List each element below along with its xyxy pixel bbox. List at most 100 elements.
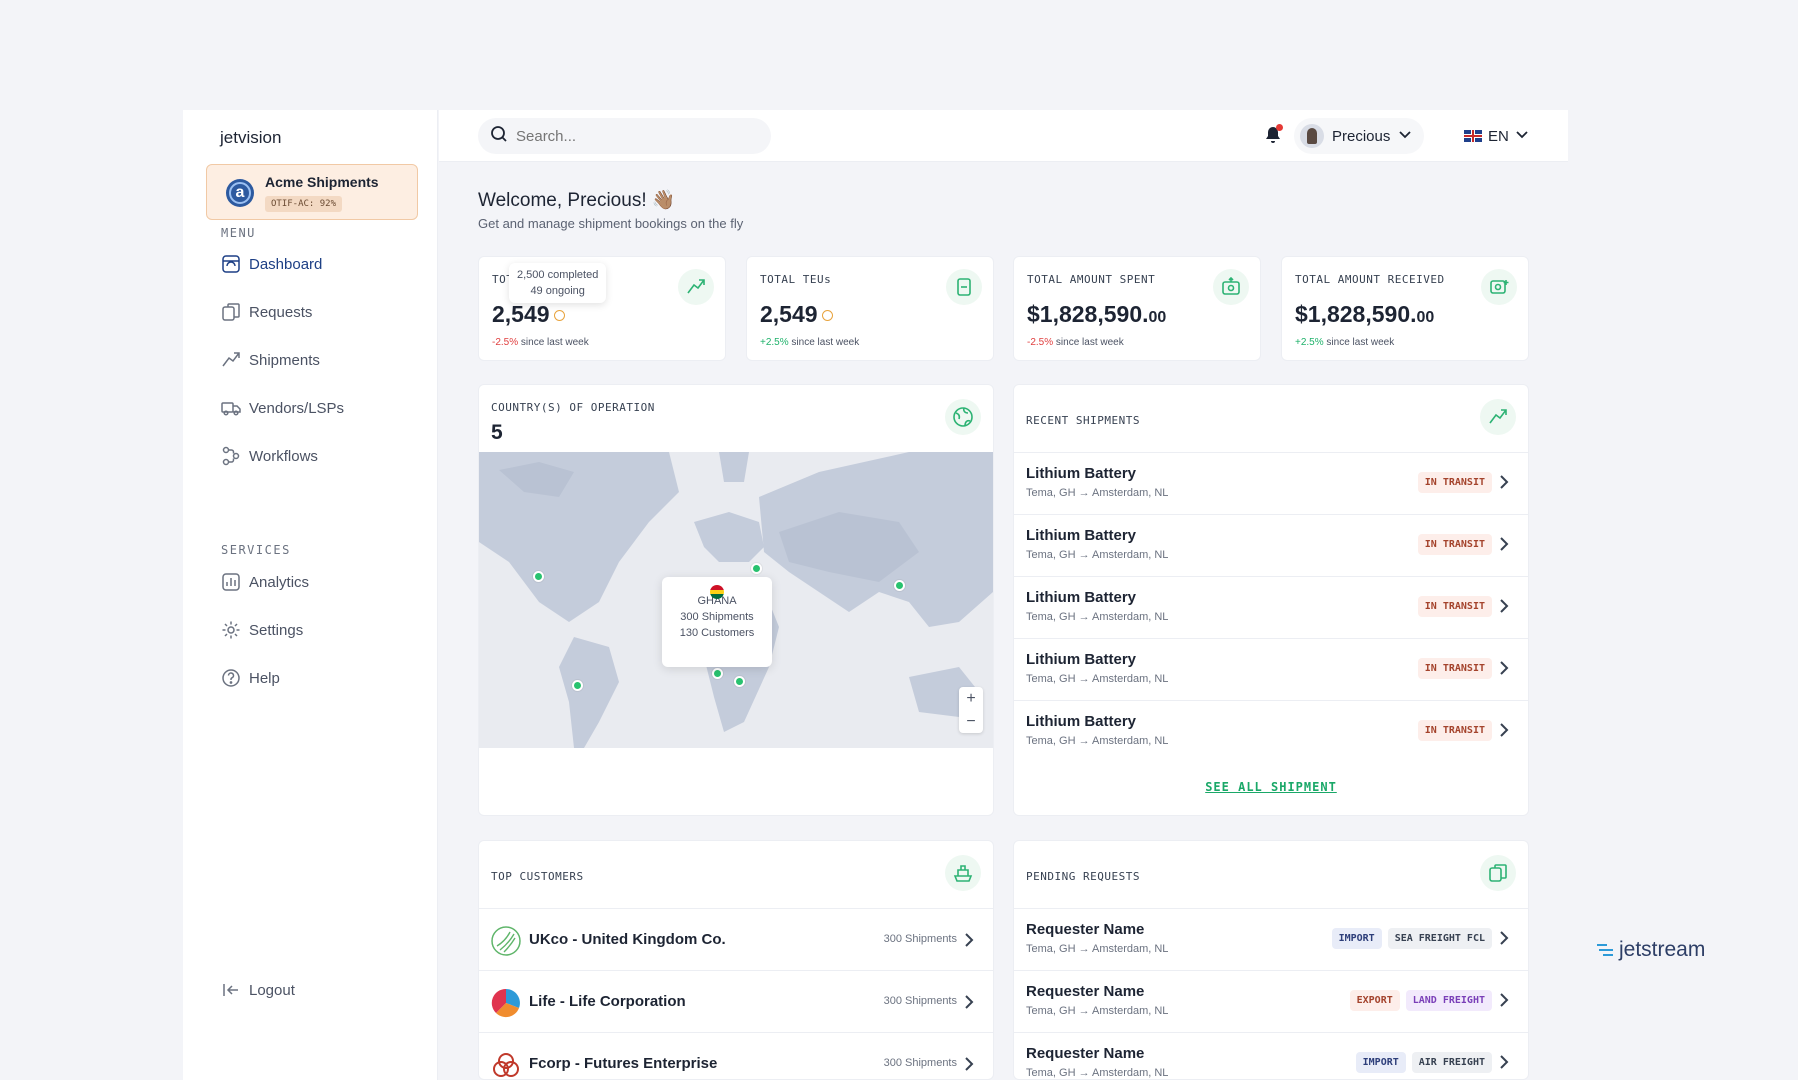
notification-bell-icon[interactable] [1262, 124, 1284, 146]
page-subtitle: Get and manage shipment bookings on the … [478, 216, 744, 231]
shipment-row[interactable]: Lithium Battery Tema, GH → Amsterdam, NL… [1014, 452, 1528, 514]
request-row[interactable]: Requester Name Tema, GH → Amsterdam, NL … [1014, 1032, 1528, 1079]
brand-logo[interactable]: jetvision [220, 128, 281, 148]
logout-button[interactable]: Logout [221, 980, 295, 1000]
freight-badge: AIR FREIGHT [1411, 1052, 1492, 1073]
shipment-row[interactable]: Lithium Battery Tema, GH → Amsterdam, NL… [1014, 638, 1528, 700]
language-code: EN [1488, 127, 1509, 145]
status-badge: IN TRANSIT [1417, 720, 1492, 741]
stat-card-total-shipments[interactable]: TOT 2,500 completed 49 ongoing 2,549 -2.… [478, 256, 726, 361]
requester-name: Requester Name [1026, 921, 1145, 938]
map-zoom-control: + − [959, 687, 983, 733]
search-input[interactable] [516, 127, 746, 145]
stat-value: $1,828,590.00 [1027, 301, 1167, 327]
wallet-in-icon [1481, 269, 1517, 305]
sidebar-item-requests[interactable]: Requests [221, 298, 312, 326]
fcorp-logo [493, 1053, 519, 1077]
request-route: Tema, GH → Amsterdam, NL [1026, 943, 1169, 955]
stat-card-amount-received[interactable]: TOTAL AMOUNT RECEIVED $1,828,590.00 +2.5… [1281, 256, 1529, 361]
stat-label: TOTAL TEUs [760, 273, 832, 286]
panel-title: RECENT SHIPMENTS [1026, 414, 1140, 427]
stat-card-total-teus[interactable]: TOTAL TEUs 2,549 +2.5% since last week [746, 256, 994, 361]
request-route: Tema, GH → Amsterdam, NL [1026, 1067, 1169, 1079]
sidebar-item-dashboard[interactable]: Dashboard [221, 250, 322, 278]
stat-label: TOTAL AMOUNT SPENT [1027, 273, 1156, 286]
panel-title: PENDING REQUESTS [1026, 870, 1140, 883]
shipment-route: Tema, GH → Amsterdam, NL [1026, 673, 1169, 685]
map-marker[interactable] [572, 680, 583, 691]
customer-row[interactable]: UKco - United Kingdom Co. 300 Shipments [479, 908, 993, 970]
shipment-name: Lithium Battery [1026, 713, 1137, 730]
sidebar-item-vendors[interactable]: Vendors/LSPs [221, 394, 344, 422]
topbar: Precious EN [439, 110, 1568, 162]
recent-shipments-panel: RECENT SHIPMENTS Lithium Battery Tema, G… [1013, 384, 1529, 816]
panel-title: TOP CUSTOMERS [491, 870, 584, 883]
sidebar-item-shipments[interactable]: Shipments [221, 346, 320, 374]
user-menu[interactable]: Precious [1294, 118, 1425, 154]
customer-name: UKco - United Kingdom Co. [529, 931, 726, 948]
countries-panel: COUNTRY(S) OF OPERATION 5 GHANA 300 Ship… [478, 384, 994, 816]
shipment-row[interactable]: Lithium Battery Tema, GH → Amsterdam, NL… [1014, 700, 1528, 762]
stat-change: +2.5% since last week [1295, 337, 1395, 348]
language-selector[interactable]: EN [1454, 118, 1539, 154]
chevron-right-icon[interactable] [1494, 658, 1514, 678]
trend-icon [678, 269, 714, 305]
map-marker[interactable] [533, 571, 544, 582]
shipment-name: Lithium Battery [1026, 465, 1137, 482]
chevron-right-icon[interactable] [1494, 472, 1514, 492]
info-icon[interactable] [821, 310, 833, 322]
sidebar-item-label: Vendors/LSPs [249, 399, 345, 417]
org-switcher[interactable]: a Acme Shipments OTIF-AC: 92% [206, 164, 418, 220]
requester-name: Requester Name [1026, 1045, 1145, 1062]
map-marker[interactable] [894, 580, 905, 591]
ghana-flag-icon [710, 585, 724, 599]
search-bar[interactable] [478, 118, 771, 154]
request-row[interactable]: Requester Name Tema, GH → Amsterdam, NL … [1014, 970, 1528, 1032]
request-row[interactable]: Requester Name Tema, GH → Amsterdam, NL … [1014, 908, 1528, 970]
chevron-right-icon[interactable] [1494, 928, 1514, 948]
shipment-row[interactable]: Lithium Battery Tema, GH → Amsterdam, NL… [1014, 576, 1528, 638]
map-marker[interactable] [751, 563, 762, 574]
customer-shipment-count: 300 Shipments [883, 1057, 957, 1069]
sidebar-item-workflows[interactable]: Workflows [221, 442, 318, 470]
sidebar-item-label: Help [249, 669, 280, 687]
chevron-right-icon[interactable] [959, 1054, 979, 1074]
stat-value: $1,828,590.00 [1295, 301, 1435, 327]
sidebar-item-label: Dashboard [249, 255, 323, 273]
zoom-out-button[interactable]: − [959, 710, 983, 733]
stat-value: 2,549 [760, 301, 833, 328]
gear-icon [221, 620, 241, 640]
customer-row[interactable]: Fcorp - Futures Enterprise 300 Shipments [479, 1032, 993, 1079]
shipment-route: Tema, GH → Amsterdam, NL [1026, 487, 1169, 499]
org-name: Acme Shipments [265, 174, 379, 190]
map-marker[interactable] [734, 676, 745, 687]
chevron-right-icon[interactable] [1494, 990, 1514, 1010]
status-badge: IN TRANSIT [1417, 472, 1492, 493]
shipment-route: Tema, GH → Amsterdam, NL [1026, 549, 1169, 561]
see-all-shipments-link[interactable]: SEE ALL SHIPMENT [1014, 780, 1528, 794]
chevron-right-icon[interactable] [959, 930, 979, 950]
wallet-out-icon [1213, 269, 1249, 305]
chevron-right-icon[interactable] [1494, 534, 1514, 554]
customer-row[interactable]: Life - Life Corporation 300 Shipments [479, 970, 993, 1032]
world-map[interactable]: GHANA 300 Shipments 130 Customers + − [479, 452, 993, 748]
chevron-right-icon[interactable] [1494, 1052, 1514, 1072]
chevron-down-icon [1398, 127, 1412, 145]
shipment-route: Tema, GH → Amsterdam, NL [1026, 735, 1169, 747]
sidebar-item-help[interactable]: Help [221, 664, 280, 692]
map-marker-ghana[interactable] [712, 668, 723, 679]
trend-icon [1480, 399, 1516, 435]
workflow-icon [221, 446, 241, 466]
sidebar-item-analytics[interactable]: Analytics [221, 568, 309, 596]
life-logo [491, 988, 520, 1018]
zoom-in-button[interactable]: + [959, 687, 983, 710]
chevron-right-icon[interactable] [959, 992, 979, 1012]
info-icon[interactable] [553, 310, 565, 322]
chevron-right-icon[interactable] [1494, 720, 1514, 740]
sidebar-item-settings[interactable]: Settings [221, 616, 303, 644]
shipment-row[interactable]: Lithium Battery Tema, GH → Amsterdam, NL… [1014, 514, 1528, 576]
chevron-right-icon[interactable] [1494, 596, 1514, 616]
sidebar-item-label: Settings [249, 621, 304, 639]
request-route: Tema, GH → Amsterdam, NL [1026, 1005, 1169, 1017]
stat-card-amount-spent[interactable]: TOTAL AMOUNT SPENT $1,828,590.00 -2.5% s… [1013, 256, 1261, 361]
